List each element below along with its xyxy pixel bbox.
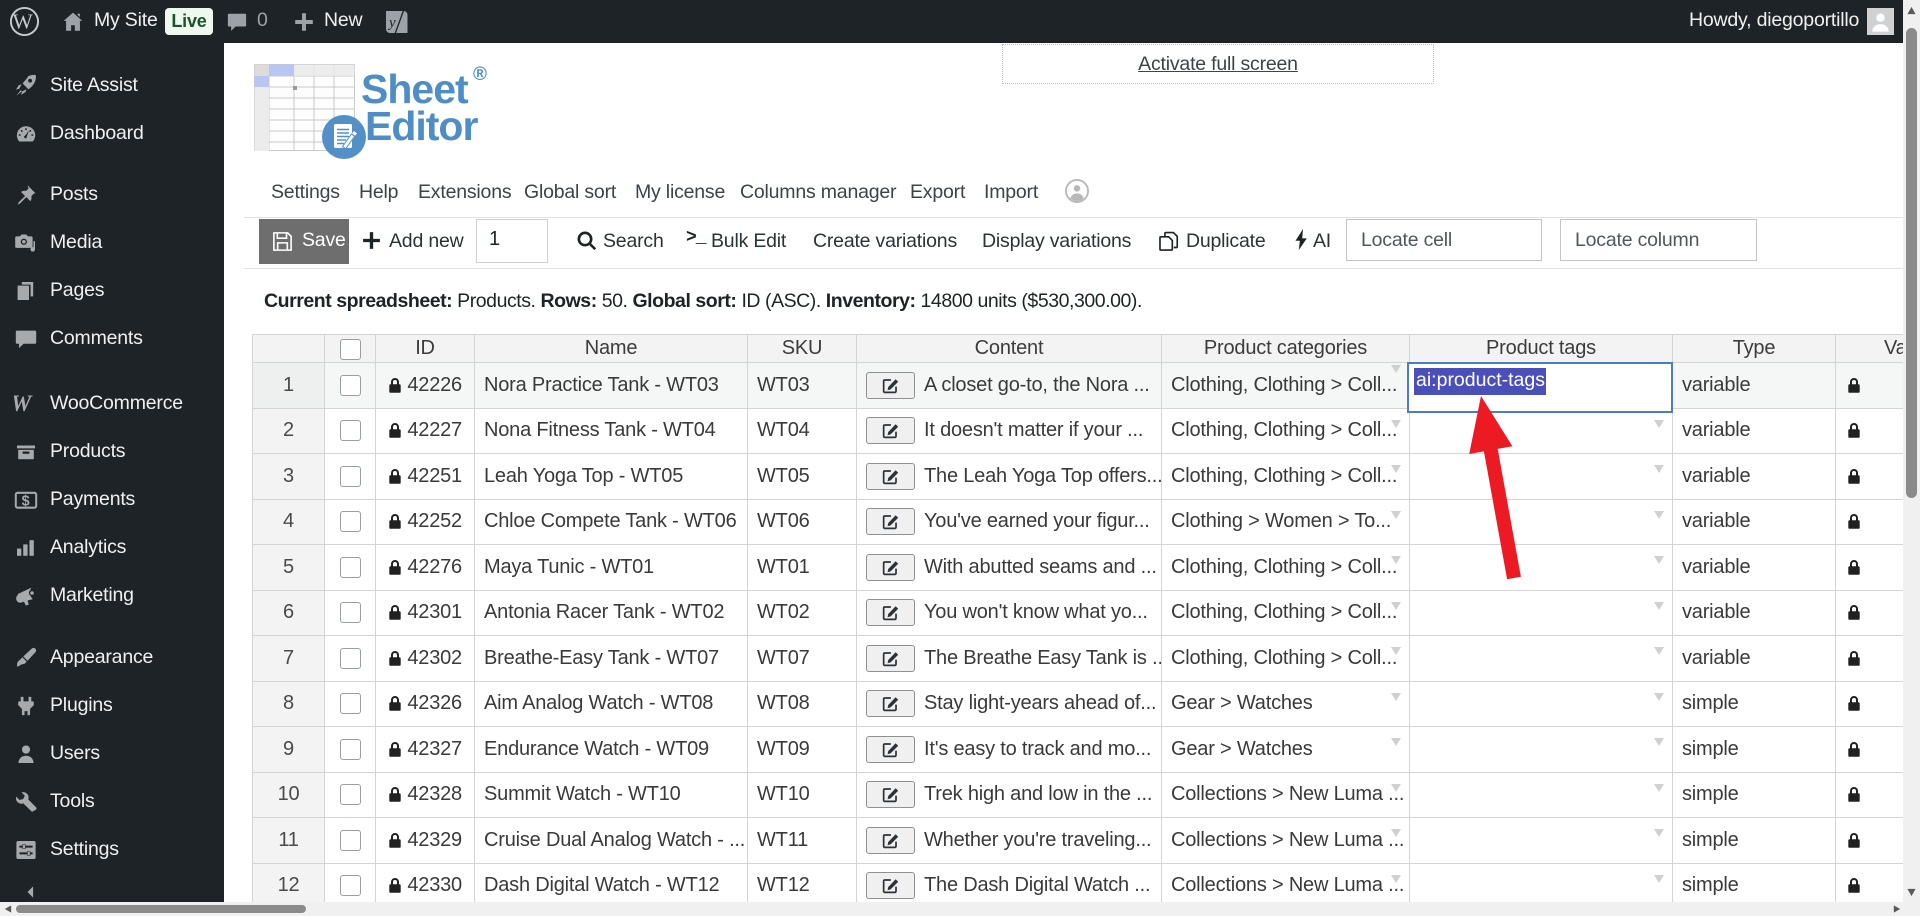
svg-text:y: y xyxy=(387,15,396,31)
svg-text:W: W xyxy=(14,392,33,416)
svg-text:$: $ xyxy=(22,494,30,510)
svg-text:W: W xyxy=(13,9,34,33)
